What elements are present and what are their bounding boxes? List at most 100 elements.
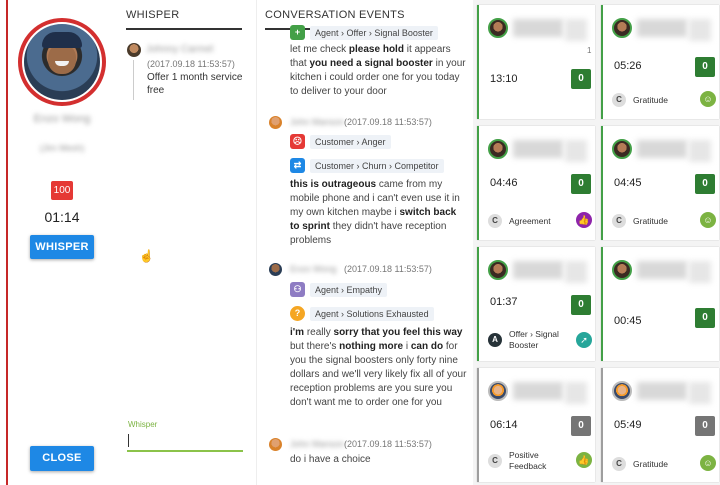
agent-message-avatar [269,263,282,276]
agent-card-timer: 06:14 [490,419,518,431]
agent-card-timer: 01:37 [490,296,518,308]
hand-cursor-icon: ☝ [139,249,154,263]
agent-card-score: 0 [695,308,715,328]
tab-whisper[interactable]: WHISPER [126,0,242,30]
agent-card-timer: 04:46 [490,177,518,189]
agent-card-name [637,261,687,279]
agent-card-event-label: Agreement [509,216,551,226]
smile-icon: ☺ [700,455,716,471]
agent-card-name [513,140,563,158]
agent-card-event-label: Gratitude [633,216,668,226]
agent-card-event-label: Gratitude [633,95,668,105]
tag-offer-booster: + Agent › Offer › Signal Booster [290,24,438,41]
arrow-icon: ➚ [576,332,592,348]
category-circle: C [612,214,626,228]
category-circle: C [488,454,502,468]
customer-avatar-2 [269,438,282,451]
agent-card-timer: 04:45 [614,177,642,189]
app-window: Enzo Wong (Jim Mesh) 100 01:14 WHISPER C… [0,0,720,485]
smile-icon: ☺ [700,91,716,107]
smile-icon: ☺ [700,212,716,228]
whisper-input[interactable] [127,432,243,452]
whisper-time: (2017.09.18 11:53:57) [147,59,235,69]
agent-cards-grid: 1 13:10 0 05:26 0 C Gratitude ☺ 04:46 0 … [473,0,720,485]
category-circle: C [612,93,626,107]
agent-photo [24,24,100,100]
tag-agent-solutions: ? Agent › Solutions Exhausted [290,305,434,322]
agent-card-timer: 05:49 [614,419,642,431]
plus-icon: + [290,25,305,40]
agent-card[interactable]: 05:26 0 C Gratitude ☺ [601,5,719,119]
agent-card-name [637,19,687,37]
whisper-message: Offer 1 month service free [147,72,243,96]
agent-card-avatar [488,18,508,38]
agent-card-count: 1 [587,46,592,55]
agent-card[interactable]: 05:49 0 C Gratitude ☺ [601,368,719,482]
whisper-author-avatar [127,43,141,57]
customer-name-2: John Manson [290,439,345,449]
swap-icon: ⇄ [290,158,305,173]
agent-card-name [513,261,563,279]
customer-message-time: (2017.09.18 11:53:57) [344,117,432,127]
thumbs-up-icon: 👍 [576,212,592,228]
agent-card-event-label: Gratitude [633,459,668,469]
agent-card-name [513,19,563,37]
agent-card-timer: 05:26 [614,60,642,72]
agent-card-score: 0 [571,416,591,436]
thumbs-up-icon: 👍 [576,452,592,468]
agent-card-score: 0 [695,174,715,194]
agent-card-score: 0 [571,295,591,315]
whisper-thread-line [133,60,134,100]
agent-score-badge: 100 [51,181,73,200]
agent-call-timer: 01:14 [44,209,80,225]
category-circle: A [488,333,502,347]
agent-card[interactable]: 1 13:10 0 [477,5,595,119]
agent-card-event-label: Offer › Signal Booster [509,329,559,350]
conversation-panel: CONVERSATION EVENTS + Agent › Offer › Si… [256,0,472,485]
close-button[interactable]: CLOSE [30,446,94,471]
agent-card-score: 0 [571,174,591,194]
angry-face-icon: ☹ [290,134,305,149]
tag-customer-anger: ☹ Customer › Anger [290,133,391,150]
agent-message-1: let me check please hold it appears that… [290,44,466,97]
agent-card[interactable]: 01:37 0 A Offer › Signal Booster ➚ [477,247,595,361]
whisper-panel: WHISPER Johnny Carmel (2017.09.18 11:53:… [116,0,256,485]
agent-card-avatar [488,381,508,401]
agent-message-2: i'm really sorry that you feel this way … [290,327,467,408]
agent-card-avatar [612,260,632,280]
text-caret [128,434,129,447]
customer-message-2: do i have a choice [290,454,371,465]
customer-message: this is outrageous came from my mobile p… [290,179,460,246]
whisper-author-name: Johnny Carmel [146,44,214,55]
customer-avatar [269,116,282,129]
agent-card-name [637,140,687,158]
agent-card[interactable]: 00:45 0 [601,247,719,361]
agent-card-name [513,382,563,400]
question-icon: ? [290,306,305,321]
agent-name: Enzo Wong [33,113,91,125]
agent-card[interactable]: 04:46 0 C Agreement 👍 [477,126,595,240]
agent-card-score: 0 [695,57,715,77]
category-circle: C [488,214,502,228]
agent-card[interactable]: 06:14 0 C Positive Feedback 👍 [477,368,595,482]
agent-card-name [637,382,687,400]
agent-message-time: (2017.09.18 11:53:57) [344,264,432,274]
category-circle: C [612,457,626,471]
tag-agent-empathy: ⚇ Agent › Empathy [290,281,388,298]
agent-card-avatar [612,139,632,159]
whisper-input-label: Whisper [128,420,158,429]
agent-card-avatar [612,381,632,401]
agent-card[interactable]: 04:45 0 C Gratitude ☺ [601,126,719,240]
tag-customer-churn: ⇄ Customer › Churn › Competitor [290,157,444,174]
agent-panel: Enzo Wong (Jim Mesh) 100 01:14 WHISPER C… [8,0,116,485]
agent-avatar [18,18,106,106]
agent-role: (Jim Mesh) [39,143,85,153]
people-icon: ⚇ [290,282,305,297]
agent-card-avatar [488,260,508,280]
agent-card-avatar [488,139,508,159]
customer-name: John Manson [290,117,345,127]
customer-message-time-2: (2017.09.18 11:53:57) [344,439,432,449]
whisper-button[interactable]: WHISPER [30,235,94,259]
agent-card-score: 0 [571,69,591,89]
agent-card-timer: 13:10 [490,73,518,85]
